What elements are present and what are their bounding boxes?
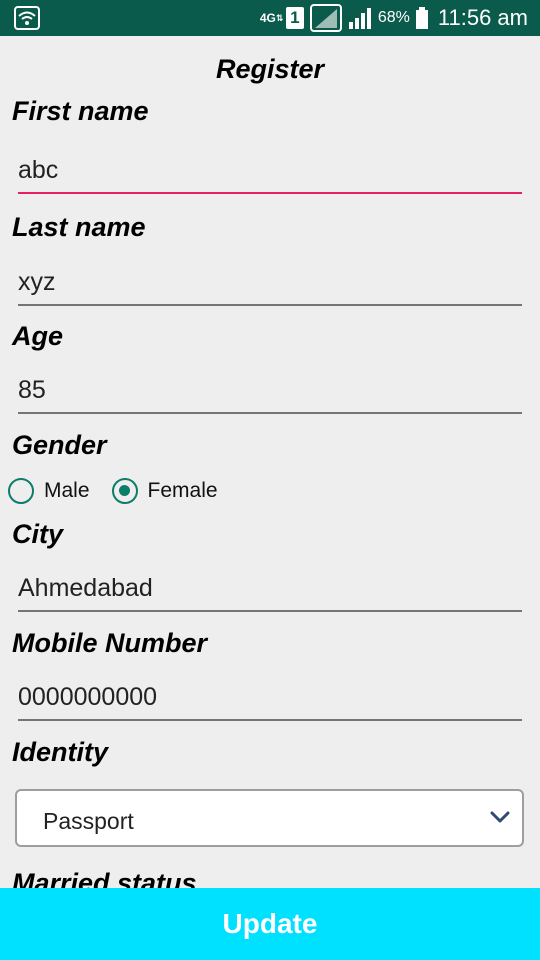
last-name-value: xyz [18, 268, 56, 296]
city-label: City [12, 519, 64, 549]
network-type: 4G ⇅ [259, 11, 284, 25]
gender-radio-group: Male Female [8, 473, 240, 509]
signal-icon [348, 6, 372, 30]
first-name-label: First name [12, 96, 149, 126]
gender-label: Gender [12, 430, 107, 460]
chevron-down-icon [490, 810, 510, 824]
sim-icon: 1 [285, 7, 304, 29]
age-value: 85 [18, 376, 46, 404]
radio-male[interactable]: Male [8, 478, 90, 504]
battery-icon [415, 7, 428, 29]
identity-selected-value: Passport [43, 808, 134, 834]
radio-female[interactable]: Female [111, 478, 218, 504]
married-status-label: Married status [12, 868, 197, 888]
update-button[interactable]: Update [0, 888, 540, 960]
network-arrows-icon: ⇅ [275, 12, 284, 23]
mobile-value: 0000000000 [18, 683, 158, 711]
last-name-field[interactable]: xyz [18, 264, 522, 306]
radio-female-label: Female [147, 479, 218, 502]
radio-male-circle[interactable] [8, 478, 34, 504]
radio-male-label: Male [44, 479, 90, 502]
radio-female-circle[interactable] [111, 478, 138, 504]
identity-label: Identity [12, 737, 109, 767]
identity-dropdown[interactable]: Passport [15, 789, 524, 847]
battery-percent: 68% [377, 9, 410, 26]
mobile-field[interactable]: 0000000000 [18, 679, 522, 721]
no-sim-icon [309, 4, 342, 32]
mobile-label: Mobile Number [12, 628, 208, 658]
first-name-field[interactable]: abc [18, 152, 522, 194]
register-screen: 4G ⇅ 1 68% 11:56 am Register First name … [0, 0, 540, 960]
status-icons: 4G ⇅ 1 68% 11:56 am [254, 0, 528, 36]
age-field[interactable]: 85 [18, 372, 522, 414]
sim-slot-label: 1 [290, 8, 300, 27]
network-type-label: 4G [259, 11, 276, 25]
page-title: Register [215, 54, 325, 84]
age-label: Age [12, 321, 64, 351]
city-field[interactable]: Ahmedabad [18, 570, 522, 612]
first-name-value: abc [18, 156, 59, 184]
clock: 11:56 am [437, 5, 528, 30]
city-value: Ahmedabad [18, 574, 153, 602]
status-bar: 4G ⇅ 1 68% 11:56 am [0, 0, 540, 36]
last-name-label: Last name [12, 212, 146, 242]
wifi-icon [14, 6, 40, 30]
form-scroll-area[interactable]: Register First name abc Last name xyz Ag… [0, 36, 540, 888]
